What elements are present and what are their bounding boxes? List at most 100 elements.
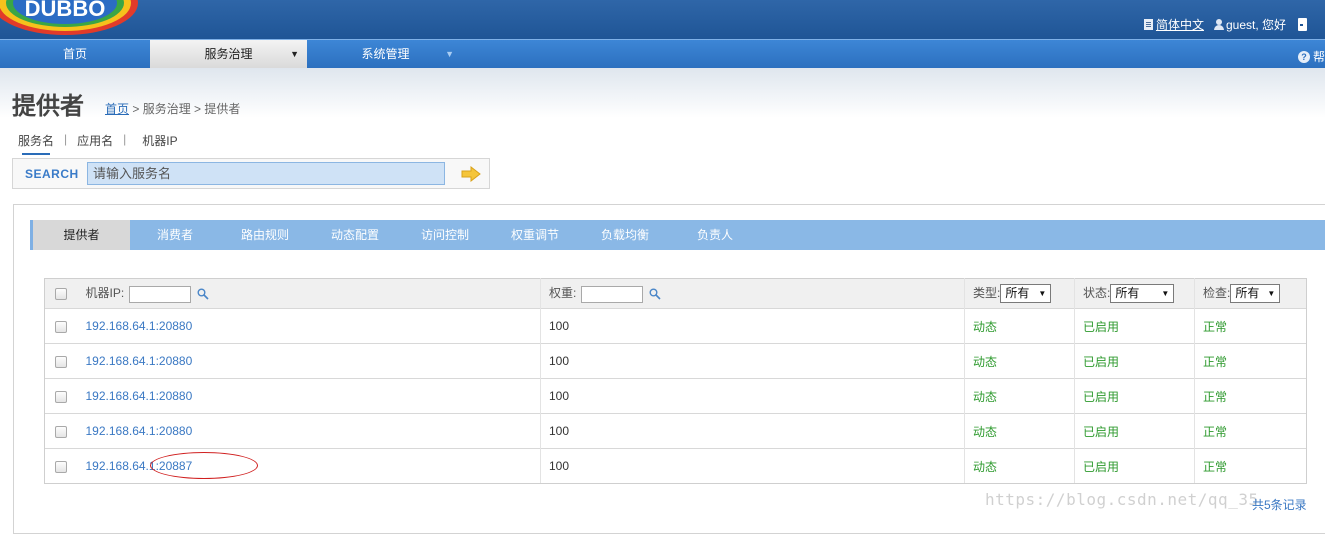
row-checkbox[interactable]	[54, 460, 67, 473]
table-header-row: 机器IP: 权重: 类型: 所有 ▼ 状态: 所有 ▼ 检查: 所有 ▼	[44, 278, 1307, 309]
help-link[interactable]: ? 帮	[1297, 48, 1325, 65]
tab-owners[interactable]: 负责人	[670, 220, 760, 250]
providers-table: 机器IP: 权重: 类型: 所有 ▼ 状态: 所有 ▼ 检查: 所有 ▼ 192.168.6…	[44, 278, 1307, 484]
user-greeting: guest, 您好	[1225, 17, 1286, 32]
provider-weight: 100	[540, 378, 965, 414]
nav-item-service-governance[interactable]: 服务治理 ▼	[150, 40, 307, 69]
provider-state: 已启用	[1074, 413, 1195, 449]
language-link[interactable]: 简体中文	[1156, 16, 1204, 33]
tab-weight-adjust[interactable]: 权重调节	[490, 220, 580, 250]
provider-ip-link[interactable]: 192.168.64.1:20880	[86, 424, 193, 438]
provider-check: 正常	[1194, 343, 1307, 379]
row-checkbox[interactable]	[54, 355, 67, 368]
provider-weight: 100	[540, 343, 965, 379]
row-checkbox[interactable]	[54, 390, 67, 403]
search-tab-application-name[interactable]: 应用名	[77, 132, 113, 155]
top-header: DUBBO 简体中文 guest, 您好	[0, 0, 1325, 39]
search-box: SEARCH	[12, 158, 490, 189]
search-icon[interactable]	[197, 288, 209, 300]
check-filter-select[interactable]: 所有 ▼	[1230, 284, 1281, 304]
column-header-type: 类型:	[973, 285, 1001, 300]
search-type-tabs: 服务名 | 应用名 | 机器IP	[18, 132, 178, 155]
table-row: 192.168.64.1:20880 100 动态 已启用 正常	[44, 343, 1307, 379]
search-tab-service-name[interactable]: 服务名	[18, 132, 54, 155]
search-input[interactable]	[87, 162, 445, 185]
language-icon	[1143, 18, 1153, 30]
tab-access-control[interactable]: 访问控制	[400, 220, 490, 250]
type-filter-value: 所有	[1005, 286, 1030, 301]
select-all-checkbox[interactable]	[54, 288, 67, 301]
breadcrumb-path: > 服务治理 > 提供者	[129, 102, 241, 116]
provider-state: 已启用	[1074, 448, 1195, 484]
provider-check: 正常	[1194, 413, 1307, 449]
help-icon: ?	[1297, 50, 1310, 63]
provider-check: 正常	[1194, 308, 1307, 344]
tab-providers[interactable]: 提供者	[30, 220, 130, 250]
provider-state: 已启用	[1074, 343, 1195, 379]
nav-item-system-management[interactable]: 系统管理 ▼	[307, 40, 464, 69]
provider-type: 动态	[964, 448, 1075, 484]
table-row: 192.168.64.1:20880 100 动态 已启用 正常	[44, 308, 1307, 344]
chevron-down-icon: ▼	[290, 49, 299, 59]
state-filter-select[interactable]: 所有 ▼	[1110, 284, 1175, 304]
function-tabs: 提供者 消费者 路由规则 动态配置 访问控制 权重调节 负载均衡 负责人	[30, 220, 1325, 250]
main-nav: 首页 服务治理 ▼ 系统管理 ▼ ? 帮	[0, 39, 1325, 69]
nav-item-label: 系统管理	[361, 47, 410, 61]
tab-consumers[interactable]: 消费者	[130, 220, 220, 250]
tab-separator: |	[64, 132, 68, 146]
ip-filter-input[interactable]	[128, 285, 191, 303]
provider-state: 已启用	[1074, 308, 1195, 344]
annotation-oval	[150, 452, 258, 479]
dubbo-logo[interactable]: DUBBO	[0, 0, 140, 36]
page-title: 提供者	[12, 93, 84, 120]
column-header-state: 状态:	[1083, 285, 1111, 300]
tab-separator: |	[123, 132, 127, 146]
table-row: 192.168.64.1:20880 100 动态 已启用 正常	[44, 413, 1307, 449]
user-icon	[1213, 18, 1224, 30]
logout-icon[interactable]	[1298, 17, 1307, 31]
tab-routing-rules[interactable]: 路由规则	[220, 220, 310, 250]
record-count: 共5条记录	[1252, 498, 1307, 512]
user-area: 简体中文 guest, 您好	[1143, 15, 1307, 33]
search-label: SEARCH	[25, 167, 79, 181]
breadcrumb: 首页 > 服务治理 > 提供者	[105, 100, 240, 117]
provider-type: 动态	[964, 378, 1075, 414]
provider-ip-link[interactable]: 192.168.64.1:20880	[86, 389, 193, 403]
chevron-down-icon: ▼	[1267, 289, 1276, 299]
provider-ip-link[interactable]: 192.168.64.1:20880	[86, 354, 193, 368]
provider-ip-link[interactable]: 192.168.64.1:20880	[86, 319, 193, 333]
provider-type: 动态	[964, 343, 1075, 379]
row-checkbox[interactable]	[54, 425, 67, 438]
provider-weight: 100	[540, 448, 965, 484]
watermark: https://blog.csdn.net/qq_35	[985, 490, 1259, 509]
provider-weight: 100	[540, 308, 965, 344]
breadcrumb-home-link[interactable]: 首页	[105, 102, 129, 116]
provider-weight: 100	[540, 413, 965, 449]
chevron-down-icon: ▼	[1161, 289, 1170, 299]
chevron-down-icon: ▼	[445, 49, 454, 59]
table-row: 192.168.64.1:20880 100 动态 已启用 正常	[44, 378, 1307, 414]
column-header-weight: 权重:	[549, 286, 577, 301]
tab-load-balance[interactable]: 负载均衡	[580, 220, 670, 250]
logo-text: DUBBO	[25, 0, 106, 21]
column-header-check: 检查:	[1203, 285, 1231, 300]
column-header-ip: 机器IP:	[85, 286, 125, 301]
weight-filter-input[interactable]	[580, 285, 643, 303]
help-label: 帮	[1312, 50, 1325, 64]
nav-item-label: 服务治理	[204, 47, 253, 61]
provider-check: 正常	[1194, 378, 1307, 414]
provider-type: 动态	[964, 413, 1075, 449]
state-filter-value: 所有	[1115, 286, 1140, 301]
search-tab-machine-ip[interactable]: 机器IP	[142, 132, 177, 155]
chevron-down-icon: ▼	[1038, 289, 1047, 299]
check-filter-value: 所有	[1235, 286, 1260, 301]
provider-type: 动态	[964, 308, 1075, 344]
tab-dynamic-config[interactable]: 动态配置	[310, 220, 400, 250]
search-go-arrow-icon[interactable]	[461, 166, 481, 182]
type-filter-select[interactable]: 所有 ▼	[1000, 284, 1052, 304]
search-icon[interactable]	[649, 288, 661, 300]
provider-state: 已启用	[1074, 378, 1195, 414]
nav-item-home[interactable]: 首页	[0, 40, 150, 69]
provider-check: 正常	[1194, 448, 1307, 484]
row-checkbox[interactable]	[54, 320, 67, 333]
